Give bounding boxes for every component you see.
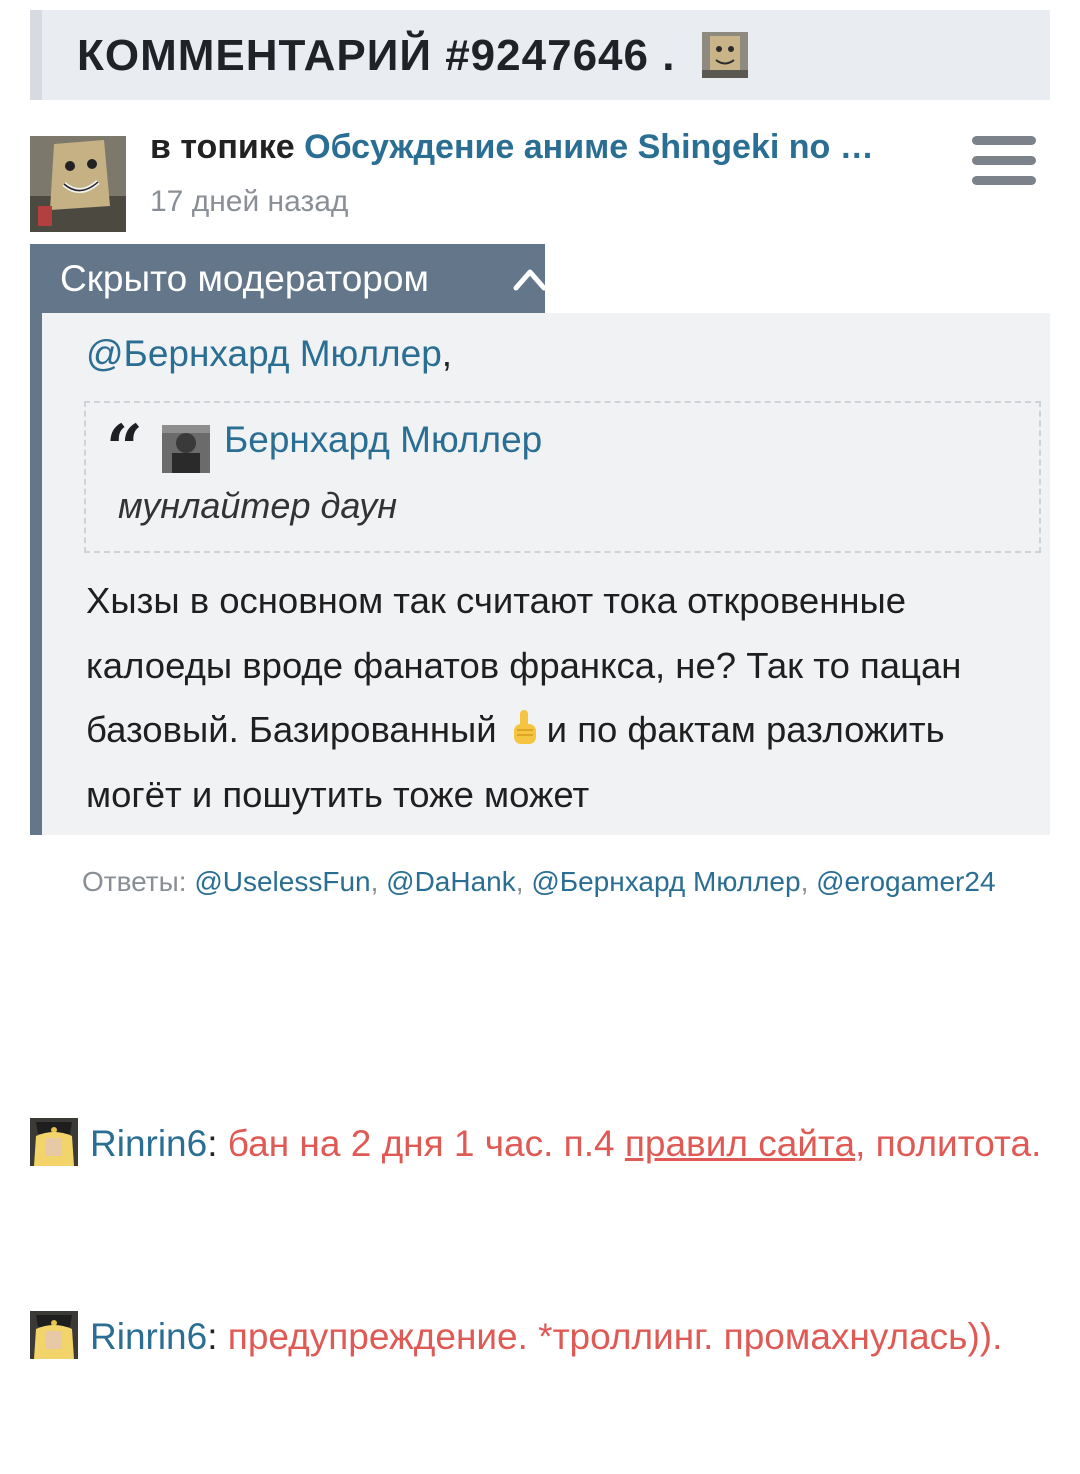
quote-text: мунлайтер даун bbox=[118, 485, 397, 526]
moderation-action-reason: , политота. bbox=[855, 1123, 1042, 1164]
topic-prefix: в топике bbox=[150, 128, 295, 166]
author-avatar[interactable] bbox=[30, 136, 126, 232]
site-rules-link[interactable]: правил сайта bbox=[625, 1123, 855, 1164]
reply-user-link[interactable]: @Бернхард Мюллер bbox=[531, 866, 800, 897]
moderation-action-ban: Rinrin6: бан на 2 дня 1 час. п.4 правил … bbox=[30, 1112, 1050, 1176]
paper-bag-avatar-icon bbox=[702, 32, 748, 78]
reply-user-link[interactable]: @UselessFun bbox=[194, 866, 370, 897]
comment-body: @Бернхард Мюллер, “ Бернхард Мюллер мунл… bbox=[30, 313, 1050, 835]
replies-list: Ответы: @UselessFun, @DaHank, @Бернхард … bbox=[82, 866, 996, 897]
moderation-action-warning: Rinrin6: предупреждение. *троллинг. пром… bbox=[30, 1305, 1050, 1369]
comment-title: КОММЕНТАРИЙ #9247646 . bbox=[77, 31, 676, 80]
quote-block: “ Бернхард Мюллер мунлайтер даун bbox=[84, 401, 1041, 553]
moderator-separator: : bbox=[207, 1123, 218, 1164]
reply-user-link[interactable]: @DaHank bbox=[386, 866, 516, 897]
reply-user-link[interactable]: @erogamer24 bbox=[816, 866, 995, 897]
topic-link[interactable]: Обсуждение аниме Shingeki no … bbox=[304, 128, 874, 166]
quote-mark-icon: “ bbox=[106, 411, 143, 486]
moderator-avatar[interactable] bbox=[30, 1311, 78, 1359]
moderation-action-text: бан на 2 дня 1 час. п.4 bbox=[227, 1123, 615, 1164]
quote-author-link[interactable]: Бернхард Мюллер bbox=[224, 419, 542, 461]
comment-timestamp: 17 дней назад bbox=[150, 185, 349, 218]
comment-header: КОММЕНТАРИЙ #9247646 . bbox=[30, 10, 1050, 100]
moderator-name-link[interactable]: Rinrin6 bbox=[90, 1316, 207, 1357]
moderation-action-text: предупреждение. *троллинг. промахнулась)… bbox=[227, 1316, 1003, 1357]
index-pointing-up-emoji-icon bbox=[513, 710, 536, 744]
replies-label: Ответы: bbox=[82, 866, 187, 897]
chevron-up-icon bbox=[513, 269, 547, 291]
moderator-avatar[interactable] bbox=[30, 1118, 78, 1166]
moderator-separator: : bbox=[207, 1316, 218, 1357]
hamburger-menu-icon[interactable] bbox=[972, 136, 1036, 186]
reply-mention: @Бернхард Мюллер, bbox=[86, 333, 452, 375]
quote-author-avatar[interactable] bbox=[162, 425, 210, 473]
comment-text: Хызы в основном так считают тока открове… bbox=[86, 569, 1046, 827]
topic-line: в топике Обсуждение аниме Shingeki no … bbox=[150, 128, 930, 167]
moderation-status-label: Скрыто модератором bbox=[60, 258, 429, 299]
mention-link[interactable]: @Бернхард Мюллер bbox=[86, 333, 442, 374]
moderator-name-link[interactable]: Rinrin6 bbox=[90, 1123, 207, 1164]
moderation-hidden-toggle[interactable]: Скрыто модератором bbox=[30, 244, 547, 314]
mention-suffix: , bbox=[441, 333, 453, 374]
